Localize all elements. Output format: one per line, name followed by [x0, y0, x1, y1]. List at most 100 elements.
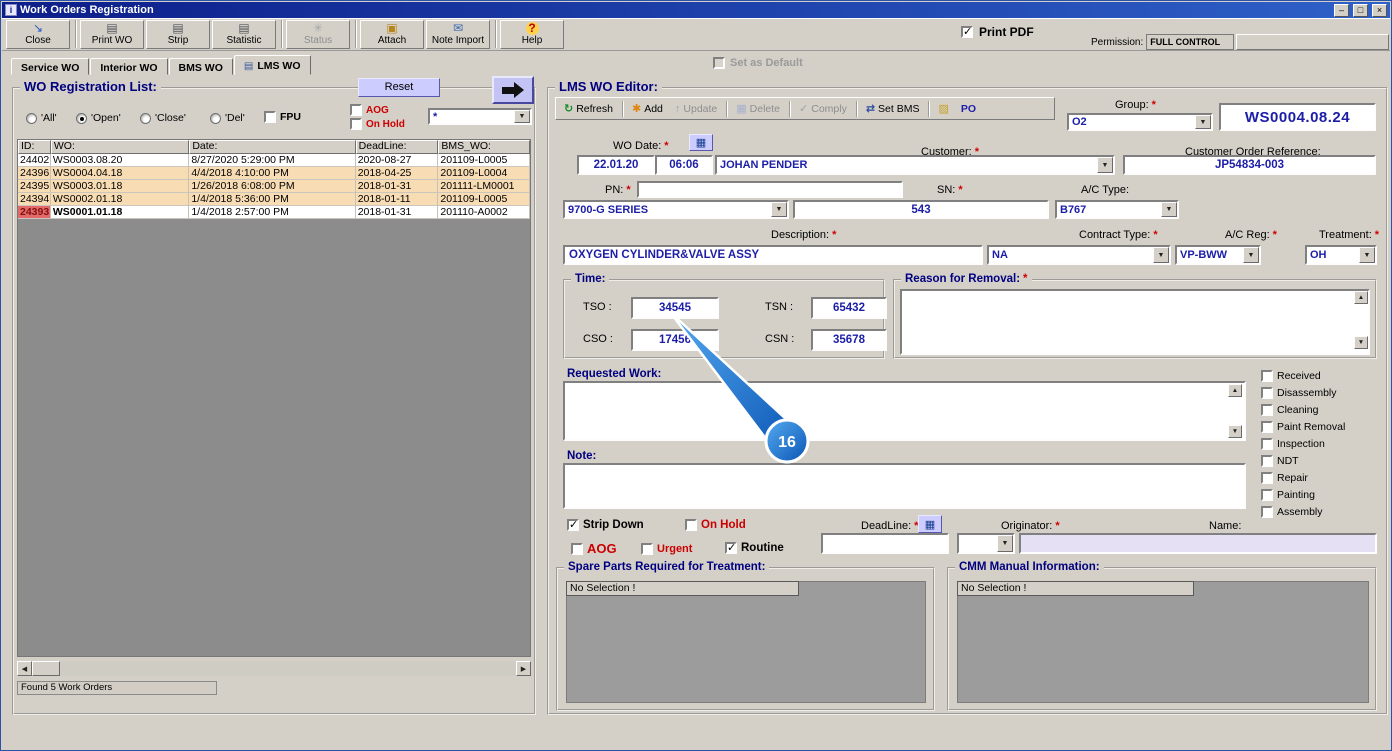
ac-reg-combo[interactable]: VP-BWW ▼	[1175, 245, 1261, 265]
checkbox-box[interactable]	[1261, 472, 1273, 484]
checkbox-ndt[interactable]: NDT	[1261, 455, 1345, 467]
deadline-field[interactable]	[821, 533, 949, 554]
calendar-icon[interactable]: ▦	[689, 134, 713, 151]
column-header-date[interactable]: Date:	[189, 140, 356, 154]
scroll-right-icon[interactable]: ▶	[516, 661, 531, 676]
fpu-checkbox[interactable]: FPU	[264, 111, 301, 123]
ac-type-combo[interactable]: B767 ▼	[1055, 200, 1179, 219]
po-button[interactable]: PO	[956, 100, 981, 118]
checkbox-box[interactable]	[1261, 438, 1273, 450]
reset-button[interactable]: Reset	[358, 78, 440, 97]
checkbox-disassembly[interactable]: Disassembly	[1261, 387, 1345, 399]
radio-all-circle[interactable]	[26, 112, 37, 124]
aog-filter-box[interactable]	[350, 104, 362, 116]
reason-textarea[interactable]	[900, 289, 1370, 355]
checkbox-box[interactable]	[1261, 370, 1273, 382]
chevron-down-icon[interactable]: ▼	[1153, 247, 1169, 263]
table-row[interactable]: 24402 WS0003.08.20 8/27/2020 5:29:00 PM …	[18, 154, 530, 167]
column-header-deadline[interactable]: DeadLine:	[355, 140, 439, 154]
requested-work-textarea[interactable]	[563, 381, 1246, 441]
table-row[interactable]: 24395 WS0003.01.18 1/26/2018 6:08:00 PM …	[18, 180, 530, 193]
sn-field[interactable]: 543	[793, 200, 1049, 219]
tab-lms-wo[interactable]: ▤ LMS WO	[233, 55, 311, 75]
name-field[interactable]	[1019, 533, 1377, 554]
minimize-button[interactable]: –	[1334, 3, 1349, 17]
tso-field[interactable]: 34545	[631, 297, 719, 319]
checkbox-painting[interactable]: Painting	[1261, 489, 1345, 501]
checkbox-paint-removal[interactable]: Paint Removal	[1261, 421, 1345, 433]
chevron-down-icon[interactable]: ▼	[514, 110, 530, 123]
checkbox-box[interactable]	[1261, 404, 1273, 416]
tsn-field[interactable]: 65432	[811, 297, 887, 319]
customer-combo[interactable]: JOHAN PENDER ▼	[715, 155, 1115, 175]
csn-field[interactable]: 35678	[811, 329, 887, 351]
horizontal-scrollbar[interactable]: ◀ ▶	[17, 661, 531, 676]
radio-open[interactable]: 'Open'	[76, 112, 121, 124]
checkbox-box[interactable]	[1261, 506, 1273, 518]
customer-order-ref-field[interactable]: JP54834-003	[1123, 155, 1376, 175]
aog-box[interactable]	[571, 542, 583, 555]
scroll-down-icon[interactable]: ▼	[1354, 336, 1368, 349]
chevron-down-icon[interactable]: ▼	[997, 535, 1013, 552]
note-import-button[interactable]: ✉ Note Import	[426, 19, 490, 49]
wo-number-field[interactable]: WS0004.08.24	[1219, 103, 1376, 131]
note-textarea[interactable]	[563, 463, 1246, 509]
wo-date-field[interactable]: 22.01.20	[577, 155, 655, 175]
add-button[interactable]: ✱ Add	[627, 100, 668, 118]
cso-field[interactable]: 17456	[631, 329, 719, 351]
contract-type-combo[interactable]: NA ▼	[987, 245, 1171, 265]
aog-checkbox[interactable]: AOG	[571, 541, 617, 556]
print-wo-button[interactable]: ▤ Print WO	[80, 19, 144, 49]
close-button[interactable]: ↘ Close	[6, 19, 70, 49]
close-window-button[interactable]: ×	[1372, 3, 1387, 17]
help-button[interactable]: ? Help	[500, 19, 564, 49]
on-hold-filter-box[interactable]	[350, 118, 362, 130]
fpu-box[interactable]	[264, 111, 276, 123]
calendar-icon[interactable]: ▦	[918, 515, 942, 533]
folder-button[interactable]: ▨	[933, 100, 953, 118]
on-hold-box[interactable]	[685, 519, 697, 531]
checkbox-inspection[interactable]: Inspection	[1261, 438, 1345, 450]
radio-del-circle[interactable]	[210, 112, 221, 124]
refresh-button[interactable]: ↻ Refresh	[559, 100, 618, 118]
description-field[interactable]: OXYGEN CYLINDER&VALVE ASSY	[563, 245, 983, 265]
statistic-button[interactable]: ▤ Statistic	[212, 19, 276, 49]
chevron-down-icon[interactable]: ▼	[771, 202, 787, 217]
tab-service-wo[interactable]: Service WO	[11, 58, 90, 75]
chevron-down-icon[interactable]: ▼	[1097, 157, 1113, 173]
routine-box[interactable]	[725, 541, 737, 554]
table-row[interactable]: 24396 WS0004.04.18 4/4/2018 4:10:00 PM 2…	[18, 167, 530, 180]
wo-time-field[interactable]: 06:06	[655, 155, 713, 175]
pn-series-combo[interactable]: 9700-G SERIES ▼	[563, 200, 789, 219]
chevron-down-icon[interactable]: ▼	[1161, 202, 1177, 217]
list-filter-combo[interactable]: * ▼	[428, 108, 532, 125]
radio-del[interactable]: 'Del'	[210, 112, 245, 124]
on-hold-filter-checkbox[interactable]: On Hold	[350, 118, 405, 130]
strip-down-checkbox[interactable]: Strip Down	[567, 518, 644, 531]
table-row-selected[interactable]: 24393 WS0001.01.18 1/4/2018 2:57:00 PM 2…	[18, 206, 530, 219]
scroll-down-icon[interactable]: ▼	[1228, 425, 1242, 438]
vertical-scrollbar[interactable]: ▲ ▼	[1354, 291, 1368, 349]
urgent-box[interactable]	[641, 543, 653, 555]
checkbox-repair[interactable]: Repair	[1261, 472, 1345, 484]
treatment-combo[interactable]: OH ▼	[1305, 245, 1377, 265]
checkbox-received[interactable]: Received	[1261, 370, 1345, 382]
column-header-bms-wo[interactable]: BMS_WO:	[438, 140, 530, 154]
scrollbar-thumb[interactable]	[32, 661, 60, 676]
column-header-id[interactable]: ID:	[18, 140, 51, 154]
radio-all[interactable]: 'All'	[26, 112, 57, 124]
pn-input[interactable]	[637, 181, 903, 198]
checkbox-box[interactable]	[1261, 489, 1273, 501]
strip-button[interactable]: ▤ Strip	[146, 19, 210, 49]
checkbox-assembly[interactable]: Assembly	[1261, 506, 1345, 518]
attach-button[interactable]: ▣ Attach	[360, 19, 424, 49]
chevron-down-icon[interactable]: ▼	[1359, 247, 1375, 263]
tab-bms-wo[interactable]: BMS WO	[168, 58, 233, 75]
print-pdf-box[interactable]	[961, 25, 973, 38]
spare-parts-list-area[interactable]	[566, 581, 926, 703]
strip-down-box[interactable]	[567, 518, 579, 531]
chevron-down-icon[interactable]: ▼	[1195, 115, 1211, 129]
cmm-list-area[interactable]	[957, 581, 1369, 703]
maximize-button[interactable]: □	[1353, 3, 1368, 17]
urgent-checkbox[interactable]: Urgent	[641, 543, 692, 555]
